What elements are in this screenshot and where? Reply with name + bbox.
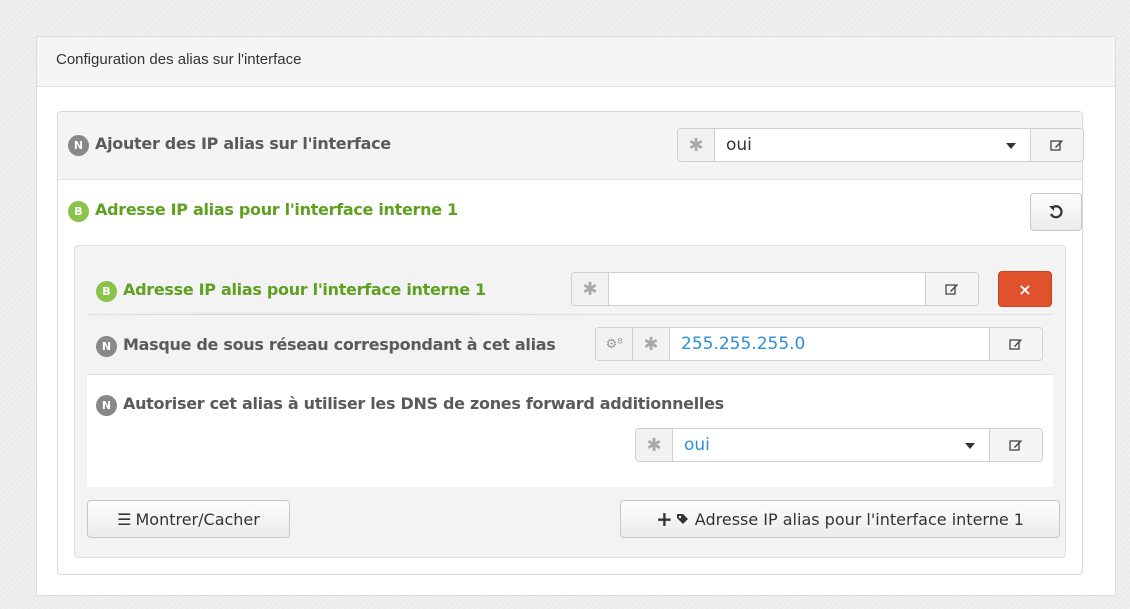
alias-ip-input-group: ✱ <box>571 272 979 306</box>
dns-select[interactable]: oui <box>673 429 989 461</box>
alias-ip-row: B Adresse IP alias pour l'interface inte… <box>87 258 1053 315</box>
alias-ip-label: Adresse IP alias pour l'interface intern… <box>123 280 486 299</box>
toggle-button[interactable]: ☰ Montrer/Cacher <box>87 500 290 538</box>
asterisk-icon: ✱ <box>633 328 670 360</box>
panel-title: Configuration des alias sur l'interface <box>56 51 302 68</box>
alias-entry-box: B Adresse IP alias pour l'interface inte… <box>74 245 1066 558</box>
edit-icon <box>1050 140 1063 151</box>
panel-header: Configuration des alias sur l'interface <box>37 37 1115 87</box>
bars-icon: ☰ <box>117 509 132 529</box>
asterisk-icon: ✱ <box>678 129 715 161</box>
mode-badge: N <box>96 336 117 357</box>
dns-label: Autoriser cet alias à utiliser les DNS d… <box>123 394 724 413</box>
edit-button[interactable] <box>1030 129 1083 161</box>
section-alias-label: Adresse IP alias pour l'interface intern… <box>95 200 458 219</box>
reset-button[interactable] <box>1030 193 1082 231</box>
asterisk-icon: ✱ <box>636 429 673 461</box>
delete-button[interactable]: × <box>998 271 1052 307</box>
add-alias-row: N Ajouter des IP alias sur l'interface ✱… <box>58 112 1084 180</box>
toggle-label: Montrer/Cacher <box>135 509 260 529</box>
mode-badge: B <box>68 201 89 222</box>
edit-button[interactable] <box>925 273 978 305</box>
dns-select-group: ✱ oui <box>635 428 1043 462</box>
mode-badge: N <box>68 135 89 156</box>
mask-input-group: ⚙⁸ ✱ 255.255.255.0 <box>595 327 1043 361</box>
add-alias-select-group: ✱ oui <box>677 128 1084 162</box>
undo-icon <box>1049 205 1063 219</box>
chevron-down-icon <box>965 443 975 449</box>
alias-ip-input[interactable] <box>609 273 925 305</box>
asterisk-icon: ✱ <box>572 273 609 305</box>
edit-icon <box>1009 339 1022 350</box>
edit-icon <box>1009 440 1022 451</box>
add-alias-label: Ajouter des IP alias sur l'interface <box>95 134 391 153</box>
chevron-down-icon <box>1006 143 1016 149</box>
cogs-icon[interactable]: ⚙⁸ <box>596 328 633 360</box>
alias-form: N Ajouter des IP alias sur l'interface ✱… <box>57 111 1084 575</box>
add-alias-value: oui <box>726 135 752 155</box>
mask-input[interactable]: 255.255.255.0 <box>670 328 989 360</box>
add-alias-select[interactable]: oui <box>715 129 1030 161</box>
mode-badge: B <box>96 281 117 302</box>
edit-button[interactable] <box>989 429 1042 461</box>
mode-badge: N <box>96 395 117 416</box>
tag-icon <box>676 513 688 524</box>
mask-row: N Masque de sous réseau correspondant à … <box>87 315 1053 375</box>
edit-button[interactable] <box>989 328 1042 360</box>
dns-value: oui <box>684 435 710 455</box>
edit-icon <box>945 284 958 295</box>
mask-label: Masque de sous réseau correspondant à ce… <box>123 335 556 354</box>
mask-value: 255.255.255.0 <box>681 334 806 354</box>
add-alias-label: Adresse IP alias pour l'interface intern… <box>694 509 1024 529</box>
alias-config-panel: Configuration des alias sur l'interface … <box>36 36 1116 596</box>
plus-icon: + <box>656 507 673 531</box>
dns-row: N Autoriser cet alias à utiliser les DNS… <box>87 375 1053 487</box>
add-alias-button[interactable]: + Adresse IP alias pour l'interface inte… <box>620 500 1060 538</box>
